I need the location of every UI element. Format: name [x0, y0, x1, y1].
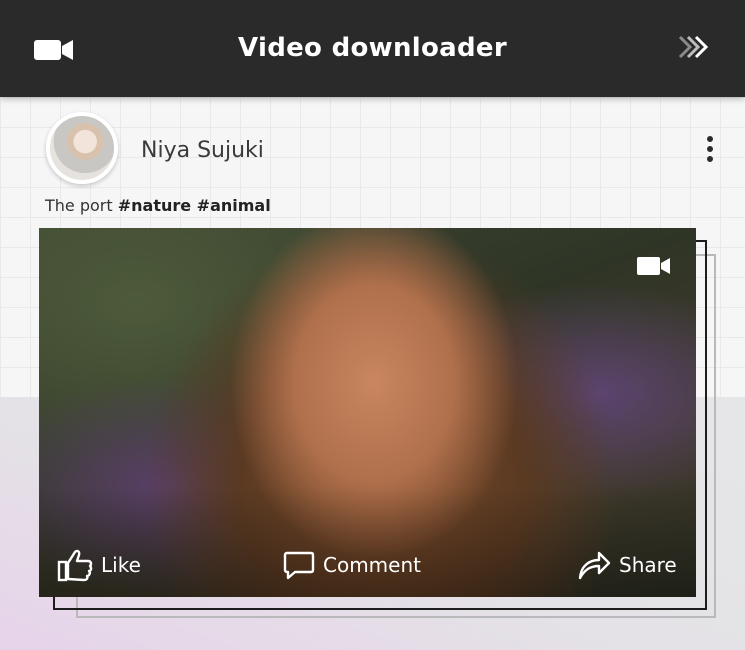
avatar[interactable]: [46, 112, 118, 184]
page-title: Video downloader: [238, 33, 507, 63]
post-caption: The port #nature #animal: [45, 196, 271, 215]
username[interactable]: Niya Sujuki: [141, 138, 264, 163]
comment-label: Comment: [323, 553, 421, 577]
like-label: Like: [101, 553, 141, 577]
like-button[interactable]: Like: [57, 548, 141, 582]
post-media[interactable]: Like Comment Share: [39, 228, 696, 597]
double-chevron-right-icon[interactable]: [674, 34, 714, 60]
comment-button[interactable]: Comment: [283, 548, 421, 582]
thumbs-up-icon: [57, 549, 93, 582]
caption-hashtags[interactable]: #nature #animal: [118, 196, 271, 215]
caption-text: The port: [45, 196, 118, 215]
media-shade: [39, 228, 696, 597]
more-vertical-icon[interactable]: [703, 136, 717, 166]
comment-icon: [283, 551, 315, 580]
share-label: Share: [619, 553, 677, 577]
share-icon: [578, 551, 611, 580]
app-header: Video downloader: [0, 0, 745, 97]
share-button[interactable]: Share: [577, 548, 677, 582]
video-camera-icon: [637, 256, 671, 276]
